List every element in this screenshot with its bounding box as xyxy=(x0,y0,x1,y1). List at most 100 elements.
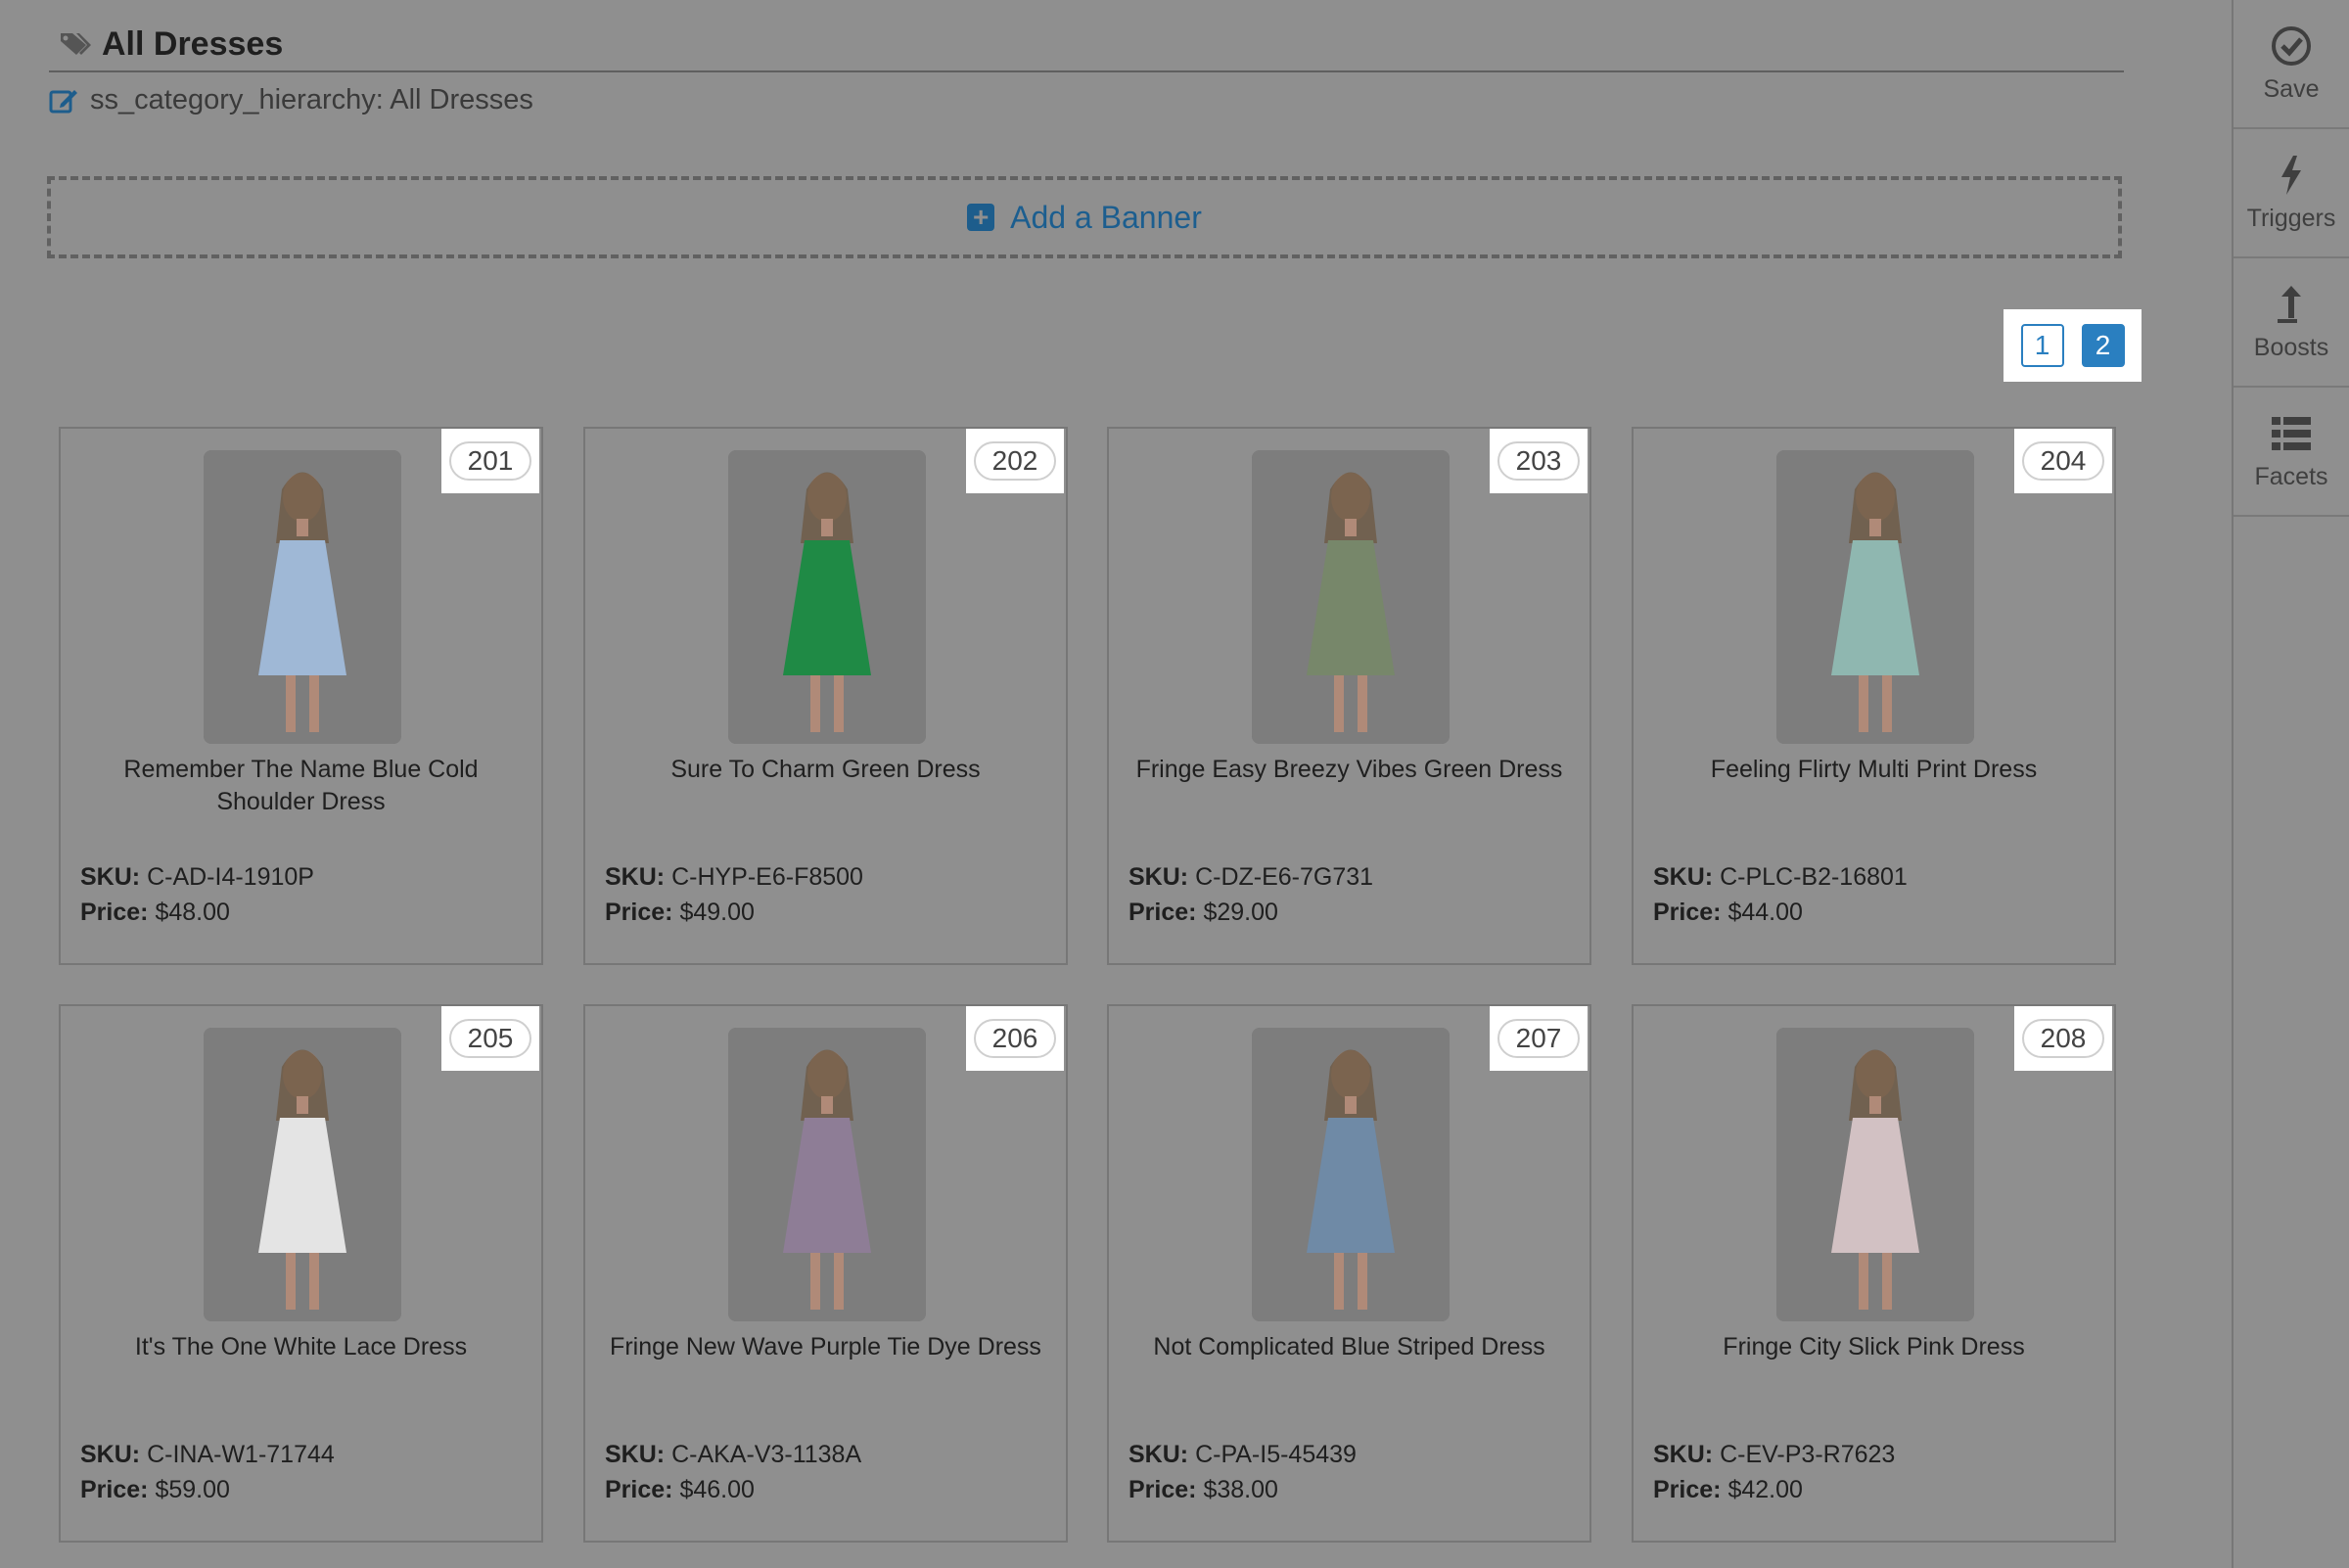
page-header: All Dresses xyxy=(49,18,2124,72)
product-name[interactable]: Fringe City Slick Pink Dress xyxy=(1653,1331,2095,1363)
sku-label: SKU: xyxy=(1653,863,1714,891)
tag-icon xyxy=(61,33,91,55)
product-image[interactable] xyxy=(728,1028,926,1321)
product-name[interactable]: Remember The Name Blue Cold Shoulder Dre… xyxy=(80,754,522,818)
boosts-button[interactable]: Boosts xyxy=(2234,258,2349,388)
sku-label: SKU: xyxy=(1128,863,1189,891)
facets-button[interactable]: Facets xyxy=(2234,388,2349,517)
arrow-up-icon xyxy=(2278,285,2301,323)
product-meta: SKU: C-HYP-E6-F8500 Price: $49.00 xyxy=(605,859,863,930)
check-circle-icon xyxy=(2272,25,2311,66)
product-price: Price: $42.00 xyxy=(1653,1472,1895,1507)
pagination: 1 2 xyxy=(2004,309,2142,382)
sku-label: SKU: xyxy=(605,863,666,891)
rank-badge-container: 207 xyxy=(1490,1006,1588,1071)
product-image[interactable] xyxy=(1776,1028,1974,1321)
rank-badge: 208 xyxy=(2022,1019,2104,1058)
rank-badge: 206 xyxy=(974,1019,1056,1058)
product-meta: SKU: C-EV-P3-R7623 Price: $42.00 xyxy=(1653,1437,1895,1507)
product-sku: SKU: C-HYP-E6-F8500 xyxy=(605,859,863,895)
product-image[interactable] xyxy=(1776,450,1974,744)
product-card[interactable]: 202 Sure To Charm Green Dress SKU: C-HYP… xyxy=(583,427,1068,965)
facets-label: Facets xyxy=(2254,462,2328,490)
model-silhouette xyxy=(1252,450,1450,744)
product-card[interactable]: 208 Fringe City Slick Pink Dress SKU: C-… xyxy=(1632,1004,2116,1543)
category-hierarchy[interactable]: ss_category_hierarchy: All Dresses xyxy=(49,82,533,117)
product-card[interactable]: 207 Not Complicated Blue Striped Dress S… xyxy=(1107,1004,1591,1543)
price-label: Price: xyxy=(605,1476,673,1503)
price-value: $38.00 xyxy=(1203,1476,1278,1503)
price-label: Price: xyxy=(1653,1476,1722,1503)
price-label: Price: xyxy=(80,899,149,926)
price-label: Price: xyxy=(1128,899,1197,926)
product-name[interactable]: Fringe New Wave Purple Tie Dye Dress xyxy=(605,1331,1046,1363)
rank-badge-container: 204 xyxy=(2014,429,2112,493)
product-card[interactable]: 203 Fringe Easy Breezy Vibes Green Dress… xyxy=(1107,427,1591,965)
list-icon xyxy=(2272,416,2311,450)
add-banner-button[interactable]: + Add a Banner xyxy=(47,176,2122,258)
rank-badge: 205 xyxy=(449,1019,531,1058)
price-label: Price: xyxy=(1128,1476,1197,1503)
rank-badge-container: 208 xyxy=(2014,1006,2112,1071)
category-hierarchy-text: ss_category_hierarchy: All Dresses xyxy=(90,83,533,115)
product-image[interactable] xyxy=(1252,450,1450,744)
product-card[interactable]: 204 Feeling Flirty Multi Print Dress SKU… xyxy=(1632,427,2116,965)
rank-badge: 201 xyxy=(449,441,531,481)
model-silhouette xyxy=(728,1028,926,1321)
sku-value: C-INA-W1-71744 xyxy=(147,1441,335,1468)
plus-square-icon: + xyxy=(967,204,995,231)
action-sidebar: Save Triggers Boosts Facets xyxy=(2232,0,2349,1568)
save-button[interactable]: Save xyxy=(2234,0,2349,129)
triggers-label: Triggers xyxy=(2246,204,2336,232)
product-card[interactable]: 205 It's The One White Lace Dress SKU: C… xyxy=(59,1004,543,1543)
sku-label: SKU: xyxy=(605,1441,666,1468)
product-name[interactable]: Fringe Easy Breezy Vibes Green Dress xyxy=(1128,754,1570,786)
sku-label: SKU: xyxy=(1653,1441,1714,1468)
product-name[interactable]: It's The One White Lace Dress xyxy=(80,1331,522,1363)
page-button-2[interactable]: 2 xyxy=(2081,324,2125,367)
product-sku: SKU: C-DZ-E6-7G731 xyxy=(1128,859,1373,895)
product-card[interactable]: 201 Remember The Name Blue Cold Shoulder… xyxy=(59,427,543,965)
product-meta: SKU: C-AKA-V3-1138A Price: $46.00 xyxy=(605,1437,861,1507)
product-sku: SKU: C-PA-I5-45439 xyxy=(1128,1437,1357,1472)
product-sku: SKU: C-AD-I4-1910P xyxy=(80,859,314,895)
product-meta: SKU: C-DZ-E6-7G731 Price: $29.00 xyxy=(1128,859,1373,930)
rank-badge-container: 201 xyxy=(441,429,539,493)
rank-badge: 207 xyxy=(1497,1019,1580,1058)
product-meta: SKU: C-PLC-B2-16801 Price: $44.00 xyxy=(1653,859,1908,930)
product-card[interactable]: 206 Fringe New Wave Purple Tie Dye Dress… xyxy=(583,1004,1068,1543)
product-price: Price: $38.00 xyxy=(1128,1472,1357,1507)
model-silhouette xyxy=(204,1028,401,1321)
product-meta: SKU: C-INA-W1-71744 Price: $59.00 xyxy=(80,1437,335,1507)
price-value: $59.00 xyxy=(155,1476,230,1503)
sku-value: C-AKA-V3-1138A xyxy=(671,1441,862,1468)
rank-badge-container: 202 xyxy=(966,429,1064,493)
page-button-1[interactable]: 1 xyxy=(2020,324,2064,367)
product-name[interactable]: Feeling Flirty Multi Print Dress xyxy=(1653,754,2095,786)
product-image[interactable] xyxy=(1252,1028,1450,1321)
sku-label: SKU: xyxy=(1128,1441,1189,1468)
price-value: $42.00 xyxy=(1727,1476,1803,1503)
product-name[interactable]: Sure To Charm Green Dress xyxy=(605,754,1046,786)
add-banner-label: Add a Banner xyxy=(1010,199,1202,235)
sku-value: C-HYP-E6-F8500 xyxy=(671,863,863,891)
merchandising-main: All Dresses ss_category_hierarchy: All D… xyxy=(0,0,2232,1568)
product-image[interactable] xyxy=(204,1028,401,1321)
product-meta: SKU: C-AD-I4-1910P Price: $48.00 xyxy=(80,859,314,930)
price-value: $46.00 xyxy=(679,1476,755,1503)
sku-value: C-DZ-E6-7G731 xyxy=(1195,863,1374,891)
product-price: Price: $46.00 xyxy=(605,1472,861,1507)
price-value: $44.00 xyxy=(1727,899,1803,926)
sku-label: SKU: xyxy=(80,1441,141,1468)
product-image[interactable] xyxy=(204,450,401,744)
sku-value: C-AD-I4-1910P xyxy=(147,863,314,891)
sku-value: C-EV-P3-R7623 xyxy=(1720,1441,1896,1468)
price-label: Price: xyxy=(1653,899,1722,926)
rank-badge: 204 xyxy=(2022,441,2104,481)
product-image[interactable] xyxy=(728,450,926,744)
triggers-button[interactable]: Triggers xyxy=(2234,129,2349,258)
rank-badge-container: 205 xyxy=(441,1006,539,1071)
product-sku: SKU: C-INA-W1-71744 xyxy=(80,1437,335,1472)
edit-icon[interactable] xyxy=(49,86,78,114)
product-name[interactable]: Not Complicated Blue Striped Dress xyxy=(1128,1331,1570,1363)
